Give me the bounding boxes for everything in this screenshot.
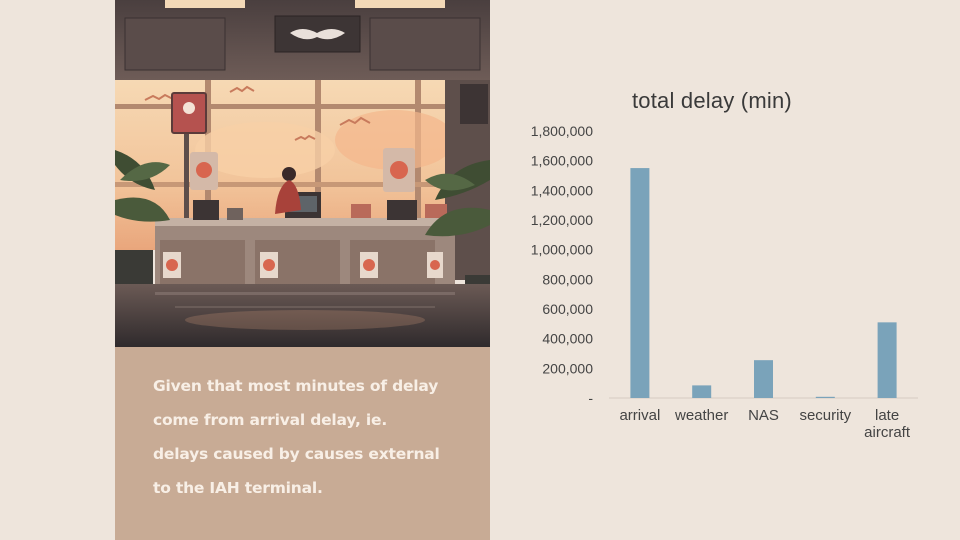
terminal-scene-image [115,0,490,347]
y-tick-label: 1,200,000 [531,212,593,228]
caption-line: come from arrival delay, ie. [153,411,388,429]
x-category-label: weather [674,407,728,424]
caption-line: delays caused by causes external [153,445,440,463]
bar [815,396,835,398]
y-tick-label: 800,000 [542,271,593,287]
y-tick-label: 1,800,000 [531,123,593,139]
y-tick-label: 1,600,000 [531,153,593,169]
y-tick-label: - [588,390,593,406]
caption-line: Given that most minutes of delay [153,377,439,395]
bar [877,322,897,398]
y-tick-label: 600,000 [542,301,593,317]
x-category-label: arrival [619,407,660,424]
delay-chart: total delay (min) - 200,000 400,000 600,000… [500,80,940,460]
x-category-label: late [875,407,899,424]
terminal-illustration [115,0,490,347]
y-tick-label: 400,000 [542,331,593,347]
chart-plot: - 200,000 400,000 600,000 800,000 1,000,000 1,… [531,123,918,441]
chart-title: total delay (min) [632,88,792,113]
x-category-label: aircraft [864,424,911,441]
x-category-label: security [799,407,851,424]
bar [692,385,712,398]
caption-text: Given that most minutes of delay come fr… [153,369,453,505]
y-tick-label: 1,400,000 [531,182,593,198]
bar [630,168,650,398]
caption-panel: Given that most minutes of delay come fr… [115,347,490,540]
y-tick-label: 1,000,000 [531,242,593,258]
y-tick-label: 200,000 [542,360,593,376]
x-category-label: NAS [748,407,779,424]
bar [754,360,773,398]
caption-line: to the IAH terminal. [153,479,323,497]
